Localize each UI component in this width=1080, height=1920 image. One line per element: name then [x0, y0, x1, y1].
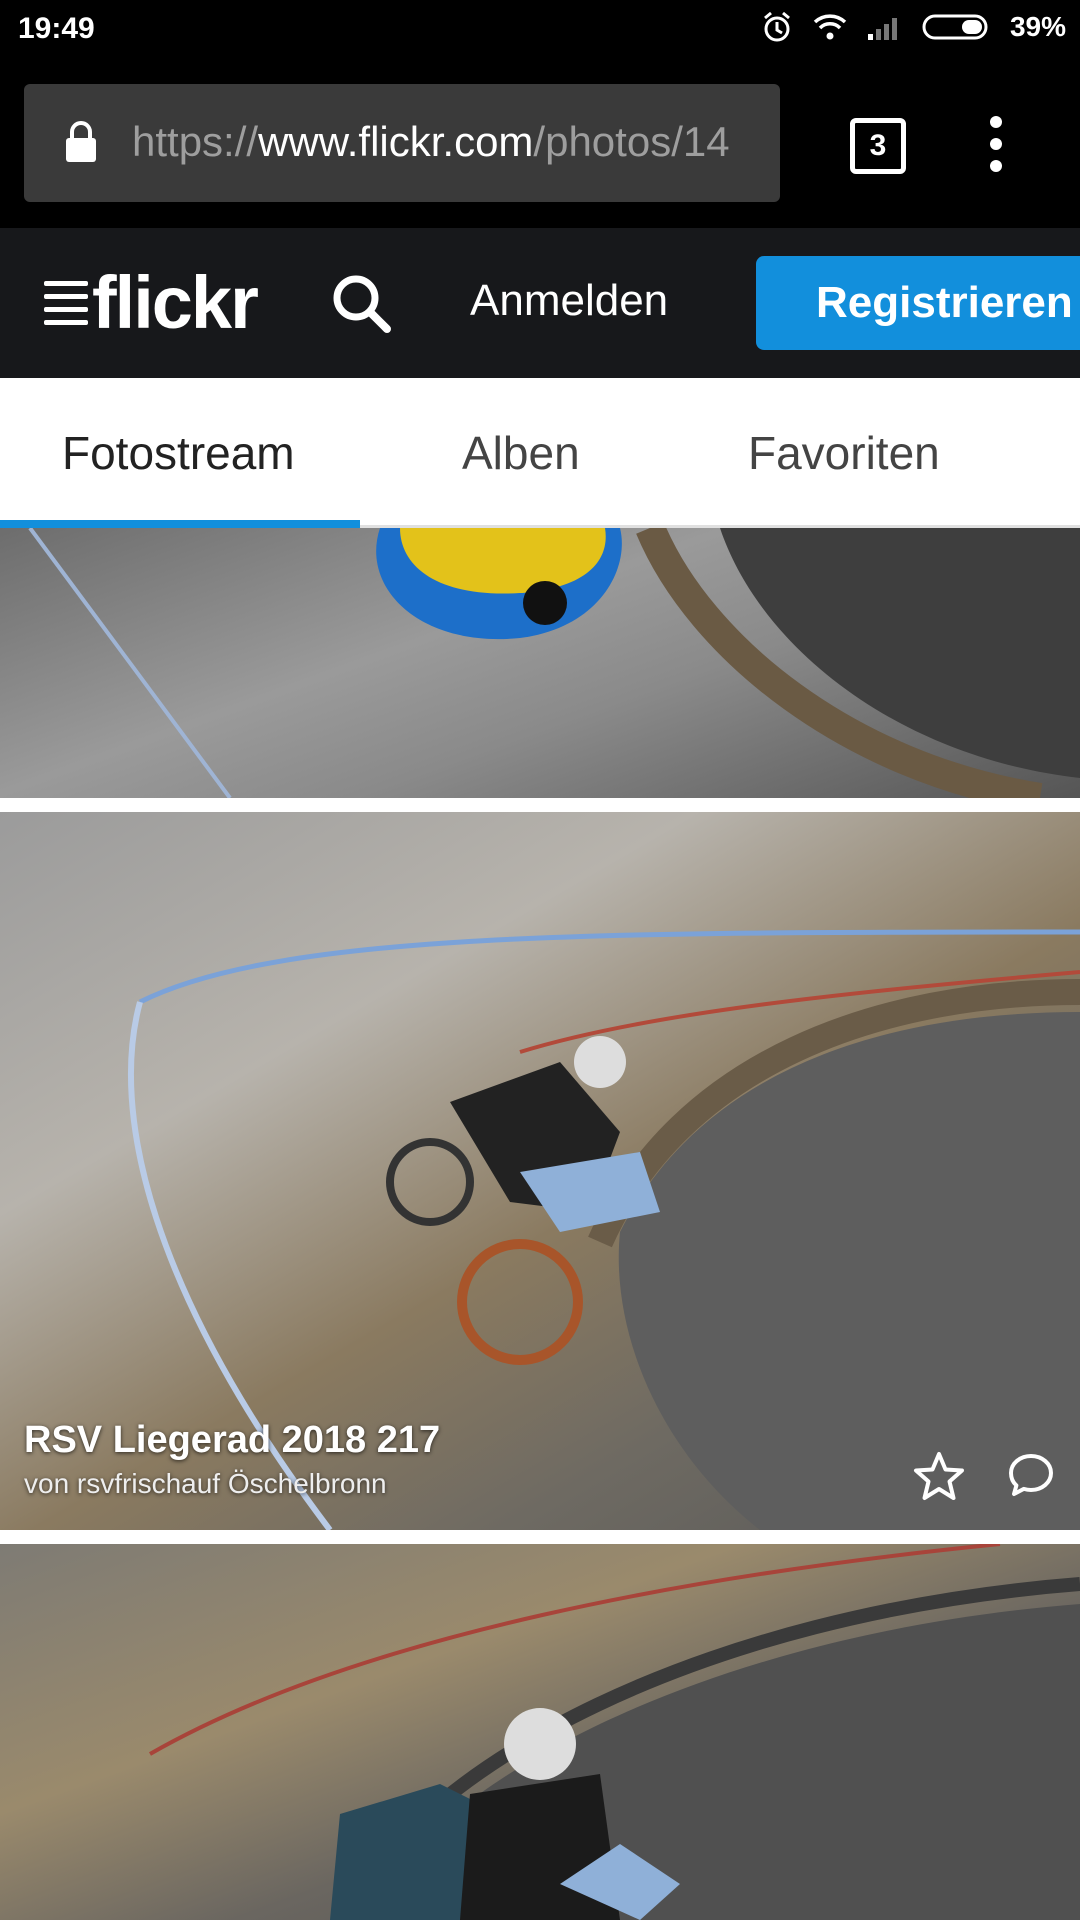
- photo-image: [149, 1544, 1080, 1920]
- photo-author[interactable]: von rsvfrischauf Öschelbronn: [24, 1468, 440, 1500]
- lock-icon: [66, 121, 96, 162]
- search-icon[interactable]: [330, 272, 392, 334]
- flickr-logo[interactable]: flickr: [44, 261, 259, 344]
- status-time: 19:49: [18, 12, 95, 45]
- photo-card[interactable]: RSV Liegerad 2018 217 von rsvfrischauf Ö…: [0, 812, 1080, 1530]
- active-tab-indicator: [0, 520, 360, 528]
- photo-actions: [912, 1450, 1056, 1504]
- url-scheme: https://: [132, 118, 259, 165]
- photo-card[interactable]: [0, 528, 1080, 798]
- photo-caption: RSV Liegerad 2018 217 von rsvfrischauf Ö…: [24, 1419, 440, 1500]
- status-bar: 19:49 39%: [0, 0, 1080, 58]
- menu-dots-icon[interactable]: [980, 116, 1012, 178]
- comment-icon[interactable]: [1006, 1450, 1056, 1500]
- hamburger-icon[interactable]: [44, 281, 88, 325]
- tab-switcher-button[interactable]: 3: [850, 118, 906, 174]
- flickr-header: flickr Anmelden Registrieren: [0, 228, 1080, 378]
- browser-toolbar: https://www.flickr.com/photos/14 3: [0, 58, 1080, 228]
- status-icons: 39%: [760, 10, 1066, 44]
- url-text: https://www.flickr.com/photos/14: [132, 118, 730, 166]
- battery-percent: 39%: [1009, 11, 1066, 42]
- logo-text: flickr: [92, 261, 259, 344]
- signal-icon: [867, 18, 897, 40]
- register-button[interactable]: Registrieren: [756, 256, 1080, 350]
- tab-favoriten[interactable]: Favoriten: [748, 426, 940, 480]
- photo-card[interactable]: [0, 1544, 1080, 1920]
- url-bar[interactable]: https://www.flickr.com/photos/14: [24, 84, 780, 202]
- wifi-icon: [813, 14, 847, 40]
- photostream-tabs: Fotostream Alben Favoriten: [0, 378, 1080, 528]
- tab-alben[interactable]: Alben: [462, 426, 580, 480]
- battery-icon: [922, 14, 988, 40]
- alarm-icon: [763, 11, 790, 42]
- photo-image: [28, 528, 1080, 798]
- tab-fotostream[interactable]: Fotostream: [62, 426, 295, 480]
- star-icon[interactable]: [912, 1450, 966, 1504]
- sign-in-link[interactable]: Anmelden: [470, 276, 668, 326]
- photo-title[interactable]: RSV Liegerad 2018 217: [24, 1419, 440, 1462]
- url-path: /photos/14: [533, 118, 730, 165]
- url-host: www.flickr.com: [258, 118, 534, 165]
